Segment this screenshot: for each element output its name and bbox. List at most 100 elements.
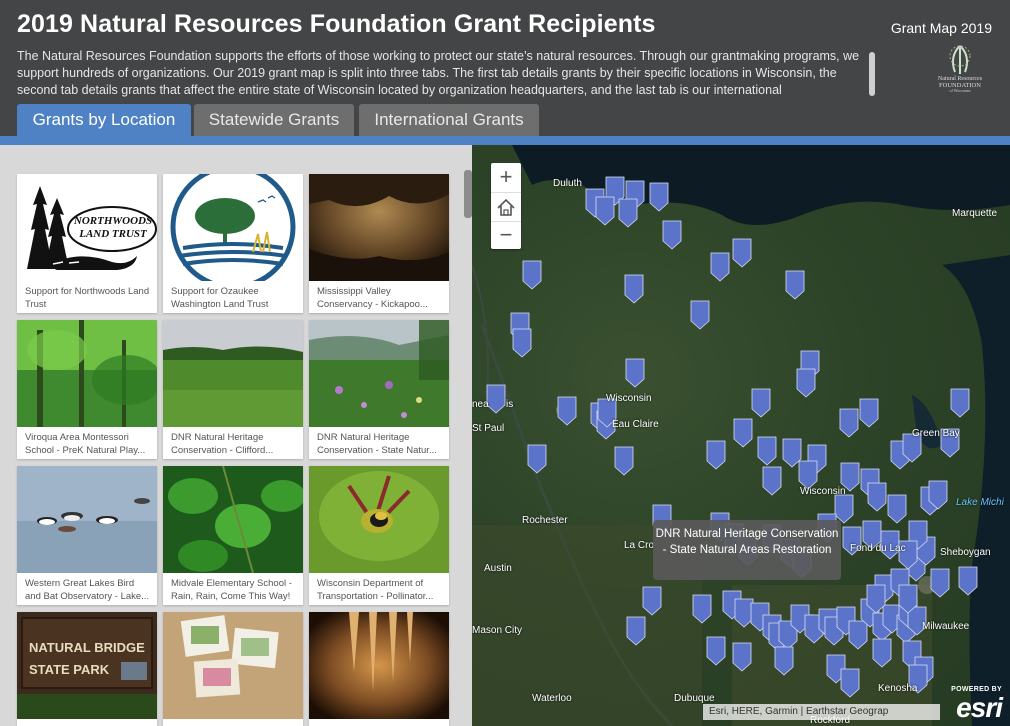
grant-location-marker[interactable]: [796, 368, 816, 398]
tab-statewide-grants[interactable]: Statewide Grants: [194, 104, 354, 136]
zoom-controls: + −: [491, 163, 521, 249]
svg-text:NORTHWOODS: NORTHWOODS: [73, 215, 152, 227]
grant-location-marker[interactable]: [662, 220, 682, 250]
map-label: is: [506, 399, 514, 410]
seed-packets-photo: [163, 612, 303, 719]
grant-location-marker[interactable]: [762, 466, 782, 496]
grant-location-marker[interactable]: [625, 358, 645, 388]
prairie-photo: [309, 320, 449, 427]
grant-location-marker[interactable]: [782, 438, 802, 468]
grant-location-marker[interactable]: [624, 274, 644, 304]
map-attribution[interactable]: Esri, HERE, Garmin | Earthstar Geograp: [703, 704, 940, 720]
grant-location-marker[interactable]: [595, 196, 615, 226]
page-title: 2019 Natural Resources Foundation Grant …: [17, 10, 656, 38]
grant-card[interactable]: Mississippi Valley Conservancy - Kickapo…: [309, 174, 449, 313]
esri-logo[interactable]: POWERED BY esri: [944, 686, 1006, 724]
app-header: 2019 Natural Resources Foundation Grant …: [0, 0, 1010, 136]
map-label: Austin: [484, 563, 512, 574]
zoom-out-button[interactable]: −: [491, 221, 521, 249]
map-label: Rochester: [522, 515, 568, 526]
grant-location-marker[interactable]: [798, 460, 818, 490]
map-label: Mason City: [472, 625, 523, 636]
svg-text:NATURAL BRIDGE: NATURAL BRIDGE: [29, 640, 145, 655]
grant-card[interactable]: NORTHWOODS LAND TRUST Support for Northw…: [17, 174, 157, 313]
grant-location-marker[interactable]: [512, 328, 532, 358]
map-label: Marquette: [952, 208, 998, 219]
grant-card[interactable]: [163, 612, 303, 726]
grant-location-marker[interactable]: [834, 494, 854, 524]
map-tooltip: DNR Natural Heritage Conservation - Stat…: [653, 520, 841, 580]
gallery-scrollbar[interactable]: [464, 170, 472, 218]
grant-location-marker[interactable]: [859, 398, 879, 428]
card-caption: Support for Northwoods Land Trust: [25, 286, 150, 310]
tab-underline: [0, 136, 1010, 145]
map-label: Waterloo: [532, 693, 572, 704]
map-label: Green Bay: [912, 428, 960, 439]
grant-card[interactable]: [309, 612, 449, 726]
description-scrollbar[interactable]: [869, 52, 875, 96]
map-label: nea: [472, 399, 489, 410]
grant-location-marker[interactable]: [751, 388, 771, 418]
tab-grants-by-location[interactable]: Grants by Location: [17, 104, 191, 136]
map-label: Wisconsin: [800, 486, 846, 497]
description-text: The Natural Resources Foundation support…: [17, 49, 860, 97]
park-sign-photo: NATURAL BRIDGE STATE PARK: [17, 612, 157, 719]
grant-location-marker[interactable]: [867, 482, 887, 512]
card-caption: Support for Ozaukee Washington Land Trus…: [171, 286, 269, 310]
grant-card[interactable]: DNR Natural Heritage Conservation - Clif…: [163, 320, 303, 459]
home-button[interactable]: [491, 192, 521, 222]
grant-card[interactable]: Support for Ozaukee Washington Land Trus…: [163, 174, 303, 313]
northwoods-logo-image: NORTHWOODS LAND TRUST: [17, 174, 157, 281]
description-box[interactable]: The Natural Resources Foundation support…: [17, 48, 867, 98]
grant-location-marker[interactable]: [614, 446, 634, 476]
map-label: Dubuque: [674, 693, 715, 704]
map-view[interactable]: Duluth Marquette Wisconsin Eau Claire ne…: [472, 145, 1010, 726]
card-caption: Wisconsin Department of Transportation -…: [317, 578, 434, 602]
zoom-in-button[interactable]: +: [491, 163, 521, 191]
grant-location-marker[interactable]: [710, 252, 730, 282]
grant-card[interactable]: Viroqua Area Montessori School - PreK Na…: [17, 320, 157, 459]
bee-flower-photo: [309, 466, 449, 573]
card-caption: Western Great Lakes Bird and Bat Observa…: [25, 578, 150, 602]
meadow-photo: [163, 320, 303, 427]
grant-location-marker[interactable]: [785, 270, 805, 300]
map-label: Kenosha: [878, 683, 918, 694]
brand-label: Grant Map 2019: [890, 20, 992, 36]
grant-location-marker[interactable]: [486, 384, 506, 414]
grant-location-marker[interactable]: [690, 300, 710, 330]
grant-card[interactable]: Western Great Lakes Bird and Bat Observa…: [17, 466, 157, 605]
grant-location-marker[interactable]: [887, 494, 907, 524]
map-label: Lake Michi: [956, 497, 1004, 508]
map-label: Fond du Lac: [850, 543, 906, 554]
esri-wordmark: esri: [956, 692, 1003, 723]
svg-text:LAND TRUST: LAND TRUST: [78, 228, 148, 240]
grant-location-marker[interactable]: [950, 388, 970, 418]
map-label: Sheboygan: [940, 547, 991, 558]
grant-location-marker[interactable]: [706, 636, 726, 666]
grant-card[interactable]: Midvale Elementary School - Rain, Rain, …: [163, 466, 303, 605]
grant-location-marker[interactable]: [930, 568, 950, 598]
svg-text:of Wisconsin: of Wisconsin: [950, 88, 971, 93]
grant-location-marker[interactable]: [522, 260, 542, 290]
map-label: Wisconsin: [606, 393, 652, 404]
grant-card[interactable]: DNR Natural Heritage Conservation - Stat…: [309, 320, 449, 459]
map-label: Eau Claire: [612, 419, 659, 430]
grant-location-marker[interactable]: [839, 408, 859, 438]
grant-location-marker[interactable]: [527, 444, 547, 474]
grant-location-marker[interactable]: [757, 436, 777, 466]
grant-location-marker[interactable]: [706, 440, 726, 470]
ozaukee-logo-image: [163, 174, 303, 281]
card-caption: DNR Natural Heritage Conservation - Clif…: [171, 432, 274, 456]
card-caption: Mississippi Valley Conservancy - Kickapo…: [317, 286, 428, 310]
grant-location-marker[interactable]: [557, 396, 577, 426]
grant-location-marker[interactable]: [732, 238, 752, 268]
birds-photo: [17, 466, 157, 573]
foundation-logo: Natural Resources FOUNDATION of Wisconsi…: [938, 45, 983, 93]
grant-card[interactable]: NATURAL BRIDGE STATE PARK: [17, 612, 157, 726]
tab-international-grants[interactable]: International Grants: [359, 104, 539, 136]
grant-location-marker[interactable]: [649, 182, 669, 212]
grant-card[interactable]: Wisconsin Department of Transportation -…: [309, 466, 449, 605]
grant-location-marker[interactable]: [618, 198, 638, 228]
grant-location-marker[interactable]: [733, 418, 753, 448]
forest-photo: [17, 320, 157, 427]
